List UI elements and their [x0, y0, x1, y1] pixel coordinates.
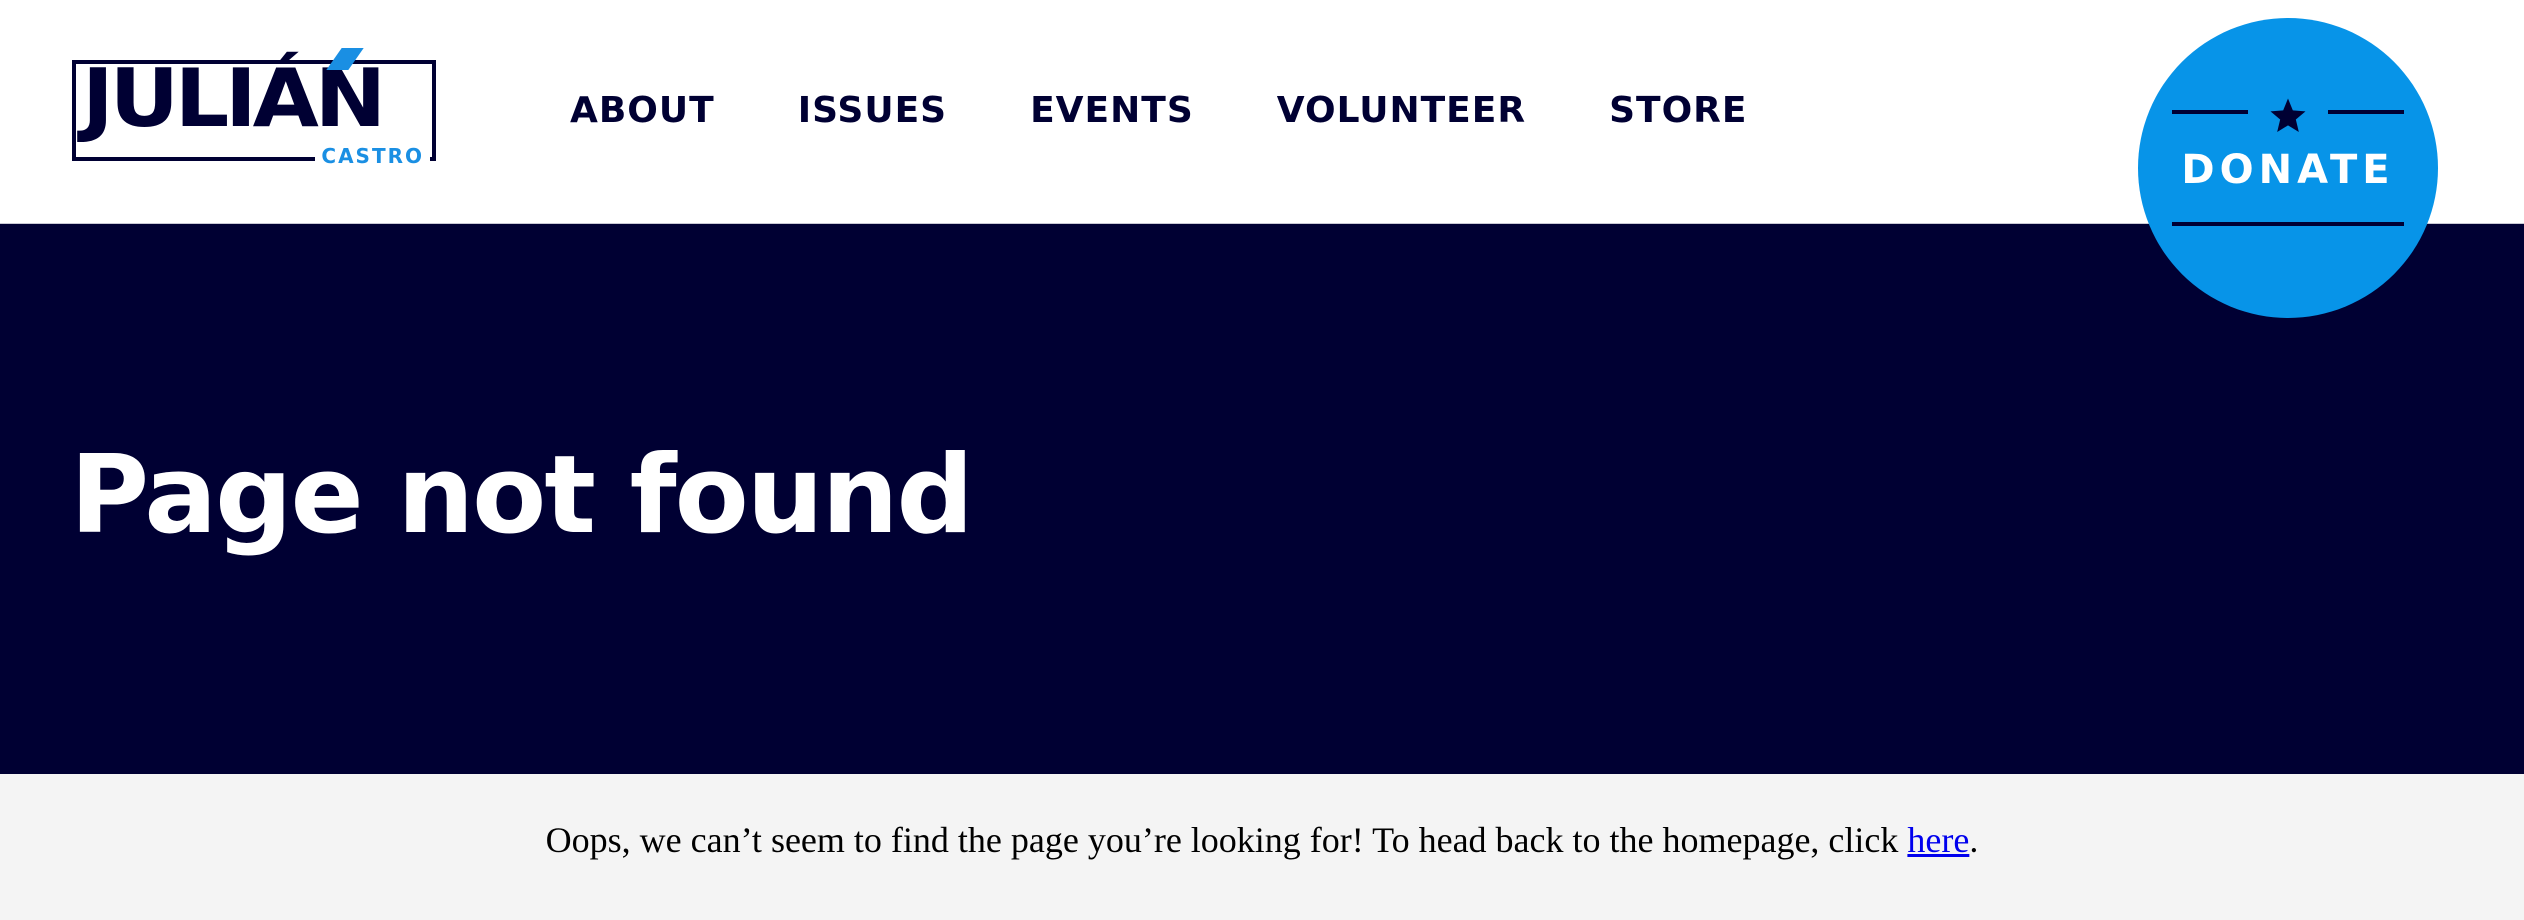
- donate-button[interactable]: DONATE: [2138, 18, 2438, 318]
- logo-name: JULIÁN: [82, 52, 386, 145]
- nav-item-issues[interactable]: ISSUES: [798, 90, 947, 131]
- campaign-logo[interactable]: JULIÁN CASTRO: [72, 46, 442, 167]
- nav-item-events[interactable]: EVENTS: [1030, 90, 1194, 131]
- not-found-text: Oops, we can’t seem to find the page you…: [545, 820, 1908, 860]
- message-period: .: [1969, 820, 1979, 860]
- logo-surname: CASTRO: [315, 145, 430, 167]
- nav-item-about[interactable]: ABOUT: [570, 90, 715, 131]
- donate-label: DONATE: [2181, 147, 2395, 193]
- nav-item-store[interactable]: STORE: [1609, 90, 1747, 131]
- hero-banner: Page not found: [0, 224, 2524, 774]
- nav-item-volunteer[interactable]: VOLUNTEER: [1277, 90, 1526, 131]
- page-title: Page not found: [70, 433, 974, 558]
- donate-bottom-rule: [2172, 222, 2404, 226]
- homepage-link[interactable]: here: [1907, 820, 1969, 860]
- not-found-message: Oops, we can’t seem to find the page you…: [0, 818, 2524, 862]
- donate-top-left-rule: [2172, 110, 2248, 114]
- main-nav: ABOUT ISSUES EVENTS VOLUNTEER STORE: [570, 88, 1747, 132]
- donate-top-right-rule: [2328, 110, 2404, 114]
- star-icon: [2270, 98, 2306, 132]
- message-band: Oops, we can’t seem to find the page you…: [0, 774, 2524, 920]
